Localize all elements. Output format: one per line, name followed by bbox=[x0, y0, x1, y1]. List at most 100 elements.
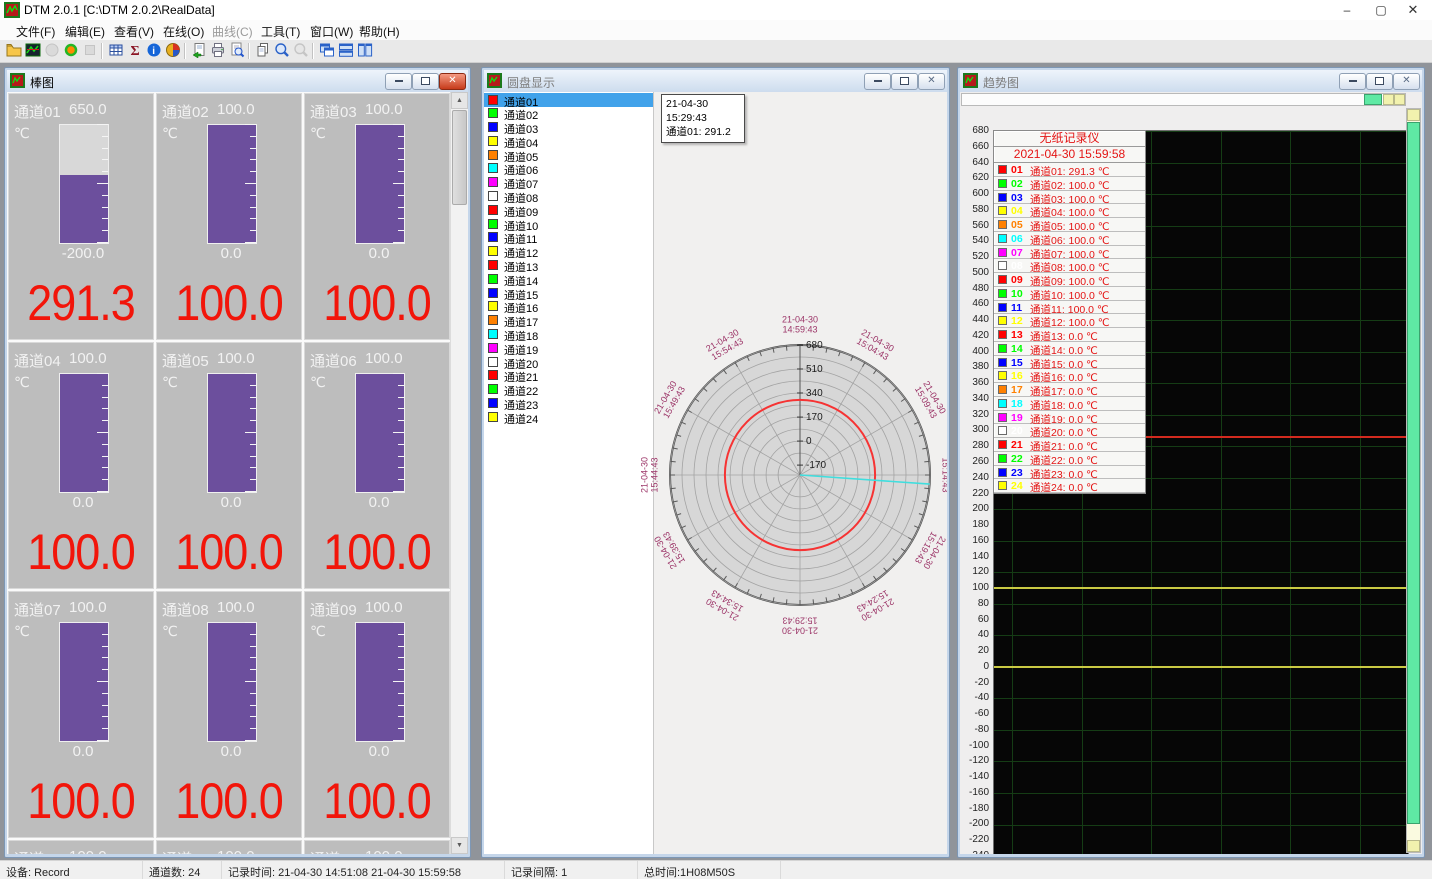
toolbar-button-record[interactable] bbox=[63, 42, 81, 60]
bar-window-scrollbar[interactable]: ▲ ▼ bbox=[450, 92, 468, 854]
gauge-tick bbox=[102, 171, 108, 172]
disc-list-item-通道14[interactable]: 通道14 bbox=[484, 272, 653, 286]
polar-time-label: 21-04-3015:29:43 bbox=[782, 615, 818, 636]
legend-color-swatch bbox=[998, 179, 1007, 188]
channel-color-swatch bbox=[488, 301, 498, 311]
bar-gauge bbox=[355, 124, 405, 244]
disc-list-item-通道01[interactable]: 通道01 bbox=[484, 93, 653, 107]
channel-color-swatch bbox=[488, 163, 498, 173]
toolbar-button-table[interactable] bbox=[108, 42, 126, 60]
menu-item-5[interactable]: 工具(T) bbox=[255, 22, 306, 40]
bar-scrollbar-thumb[interactable] bbox=[452, 110, 467, 205]
disc-list-item-通道22[interactable]: 通道22 bbox=[484, 383, 653, 397]
trend-window-close-button[interactable]: ✕ bbox=[1393, 73, 1420, 90]
menu-item-1[interactable]: 编辑(E) bbox=[59, 22, 111, 40]
menu-item-0[interactable]: 文件(F) bbox=[10, 22, 61, 40]
app-close-button[interactable]: ✕ bbox=[1396, 0, 1430, 20]
scroll-down-icon[interactable]: ▼ bbox=[451, 837, 468, 854]
app-maximize-button[interactable]: ▢ bbox=[1364, 0, 1398, 20]
menu-item-6[interactable]: 窗口(W) bbox=[304, 22, 359, 40]
pause-icon bbox=[44, 42, 60, 58]
disc-window-close-button[interactable]: ✕ bbox=[918, 73, 945, 90]
legend-channel-number: 05 bbox=[1011, 219, 1023, 231]
disc-list-item-通道04[interactable]: 通道04 bbox=[484, 134, 653, 148]
disc-list-item-通道21[interactable]: 通道21 bbox=[484, 369, 653, 383]
disc-list-item-通道10[interactable]: 通道10 bbox=[484, 217, 653, 231]
bar-window-restore-button[interactable] bbox=[412, 73, 439, 90]
trend-series-line bbox=[994, 587, 1410, 589]
menu-item-3[interactable]: 在线(O) bbox=[157, 22, 210, 40]
disc-window-restore-button[interactable] bbox=[891, 73, 918, 90]
disc-list-item-通道08[interactable]: 通道08 bbox=[484, 190, 653, 204]
disc-list-item-通道11[interactable]: 通道11 bbox=[484, 231, 653, 245]
gauge-tick bbox=[398, 385, 404, 386]
app-minimize-button[interactable]: – bbox=[1330, 0, 1364, 20]
trend-v-scrollbar[interactable] bbox=[1406, 108, 1421, 853]
disc-window-minimize-button[interactable] bbox=[864, 73, 891, 90]
disc-list-item-通道20[interactable]: 通道20 bbox=[484, 355, 653, 369]
disc-list-item-通道12[interactable]: 通道12 bbox=[484, 245, 653, 259]
trend-y-tick-label: 80 bbox=[963, 598, 989, 609]
disc-list-item-通道13[interactable]: 通道13 bbox=[484, 259, 653, 273]
toolbar-button-info[interactable]: i bbox=[146, 42, 164, 60]
gauge-tick bbox=[393, 432, 404, 433]
legend-color-swatch bbox=[998, 234, 1007, 243]
trend-y-tick-label: 40 bbox=[963, 629, 989, 640]
bar-panel-通道03: 通道03100.0℃0.0100.0 bbox=[304, 93, 450, 340]
toolbar-button-trend-logo[interactable] bbox=[25, 42, 43, 60]
disc-list-item-通道03[interactable]: 通道03 bbox=[484, 121, 653, 135]
disc-list-item-通道18[interactable]: 通道18 bbox=[484, 328, 653, 342]
legend-color-swatch bbox=[998, 344, 1007, 353]
polar-time-label: 21-04-3015:14:43 bbox=[940, 457, 947, 493]
disc-list-item-通道15[interactable]: 通道15 bbox=[484, 286, 653, 300]
disc-list-item-通道09[interactable]: 通道09 bbox=[484, 203, 653, 217]
trend-window-title-bar[interactable]: 趋势图 ✕ bbox=[960, 70, 1422, 92]
trend-window-restore-button[interactable] bbox=[1366, 73, 1393, 90]
menu-item-2[interactable]: 查看(V) bbox=[108, 22, 160, 40]
disc-list-item-通道24[interactable]: 通道24 bbox=[484, 410, 653, 424]
disc-list-item-通道02[interactable]: 通道02 bbox=[484, 107, 653, 121]
toolbar-button-zoom-in[interactable] bbox=[274, 42, 292, 60]
toolbar-button-print[interactable] bbox=[210, 42, 228, 60]
legend-entry-09: 09通道09: 100.0 ℃ bbox=[994, 273, 1145, 287]
trend-h-scroll-left-button[interactable] bbox=[1383, 94, 1394, 105]
legend-channel-number: 04 bbox=[1011, 205, 1023, 217]
toolbar-button-cascade-windows[interactable] bbox=[319, 42, 337, 60]
bar-window-title-bar[interactable]: 棒图 ✕ bbox=[7, 70, 468, 92]
toolbar-button-sigma[interactable]: Σ bbox=[127, 42, 145, 60]
toolbar-button-copy[interactable] bbox=[255, 42, 273, 60]
bar-window-close-button[interactable]: ✕ bbox=[439, 73, 466, 90]
trend-h-scrollbar[interactable] bbox=[961, 93, 1406, 106]
trend-v-scrollbar-thumb[interactable] bbox=[1407, 122, 1420, 824]
scroll-up-icon[interactable]: ▲ bbox=[451, 92, 468, 109]
toolbar-button-export[interactable] bbox=[191, 42, 209, 60]
menu-item-7[interactable]: 帮助(H) bbox=[353, 22, 406, 40]
gauge-tick bbox=[245, 491, 256, 492]
trend-v-scroll-up-button[interactable] bbox=[1407, 109, 1420, 121]
legend-entry-22: 22通道22: 0.0 ℃ bbox=[994, 452, 1145, 466]
disc-list-item-通道05[interactable]: 通道05 bbox=[484, 148, 653, 162]
disc-list-item-通道23[interactable]: 通道23 bbox=[484, 397, 653, 411]
trend-y-tick-label: 280 bbox=[963, 440, 989, 451]
trend-y-tick-label: 160 bbox=[963, 535, 989, 546]
disc-list-item-通道16[interactable]: 通道16 bbox=[484, 300, 653, 314]
trend-window-icon bbox=[963, 73, 978, 93]
toolbar-button-print-preview[interactable] bbox=[229, 42, 247, 60]
trend-h-scroll-right-button[interactable] bbox=[1394, 94, 1405, 105]
toolbar-button-open-folder[interactable] bbox=[6, 42, 24, 60]
toolbar-button-pie-chart[interactable] bbox=[165, 42, 183, 60]
disc-window-title-bar[interactable]: 圆盘显示 ✕ bbox=[484, 70, 947, 92]
toolbar-button-tile-vertical[interactable] bbox=[357, 42, 375, 60]
legend-entry-10: 10通道10: 100.0 ℃ bbox=[994, 287, 1145, 301]
disc-list-item-通道07[interactable]: 通道07 bbox=[484, 176, 653, 190]
trend-window-minimize-button[interactable] bbox=[1339, 73, 1366, 90]
unit-label: ℃ bbox=[310, 374, 326, 391]
trend-y-tick-label: 260 bbox=[963, 456, 989, 467]
trend-v-scroll-down-button[interactable] bbox=[1407, 840, 1420, 852]
disc-list-item-通道06[interactable]: 通道06 bbox=[484, 162, 653, 176]
disc-list-item-通道17[interactable]: 通道17 bbox=[484, 314, 653, 328]
trend-h-scrollbar-thumb[interactable] bbox=[1364, 94, 1382, 105]
toolbar-button-tile-horizontal[interactable] bbox=[338, 42, 356, 60]
bar-window-minimize-button[interactable] bbox=[385, 73, 412, 90]
disc-list-item-通道19[interactable]: 通道19 bbox=[484, 341, 653, 355]
